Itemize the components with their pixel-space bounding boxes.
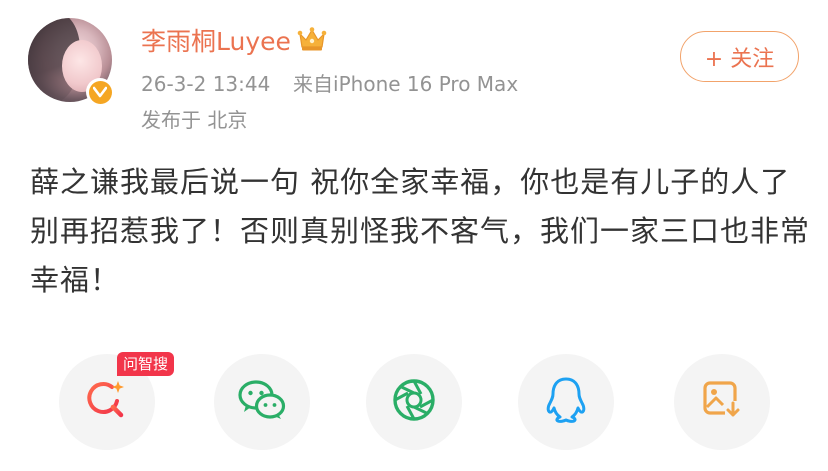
wechat-share-button[interactable] xyxy=(214,354,310,450)
save-image-icon xyxy=(699,377,745,427)
post-timestamp: 26-3-2 13:44 xyxy=(141,72,271,96)
qq-share-button[interactable] xyxy=(518,354,614,450)
qq-icon xyxy=(544,375,588,429)
wechat-icon xyxy=(236,377,288,427)
post-source: 来自iPhone 16 Pro Max xyxy=(293,72,519,96)
save-image-share-button[interactable] xyxy=(674,354,770,450)
post-location: 发布于 北京 xyxy=(141,108,248,132)
verified-badge-icon xyxy=(86,78,114,106)
post-meta: 26-3-2 13:44 来自iPhone 16 Pro Max xyxy=(141,71,518,97)
ai-search-icon xyxy=(84,377,130,427)
moments-icon xyxy=(390,376,438,428)
follow-button[interactable]: + 关注 xyxy=(680,31,799,82)
crown-icon xyxy=(297,26,327,56)
username-row: 李雨桐Luyee xyxy=(141,26,327,58)
username[interactable]: 李雨桐Luyee xyxy=(141,26,291,58)
post-text: 薛之谦我最后说一句 祝你全家幸福，你也是有儿子的人了别再招惹我了！否则真别怪我不… xyxy=(30,165,811,297)
moments-share-button[interactable] xyxy=(366,354,462,450)
ai-search-tag: 问智搜 xyxy=(117,352,175,376)
